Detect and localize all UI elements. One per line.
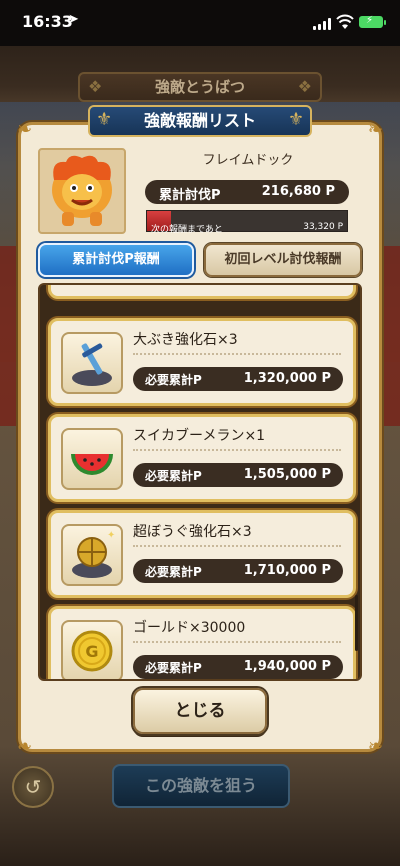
divider: [133, 353, 341, 355]
tab-first-level-clear[interactable]: 初回レベル討伐報酬: [204, 243, 362, 277]
corner-ornament-icon: ❧: [367, 119, 383, 140]
dialog-title-text: 強敵報酬リスト: [143, 111, 256, 130]
next-reward-label: 次の報酬まであと: [151, 225, 223, 235]
required-points-label: 必要累計P: [145, 661, 202, 675]
reward-name: スイカブーメラン×1: [133, 428, 266, 444]
close-button[interactable]: とじる: [133, 688, 267, 734]
undo-arrow-icon: ↺: [24, 775, 42, 799]
wifi-icon: [336, 14, 354, 29]
next-reward-progress: 次の報酬まであと 33,320 P: [146, 210, 348, 235]
list-item: [48, 285, 356, 299]
tab-cumulative-points[interactable]: 累計討伐P報酬: [38, 243, 194, 277]
total-points-value: 216,680 P: [261, 184, 335, 199]
dialog-title: ⚜ 強敵報酬リスト ⚜: [88, 105, 312, 137]
reward-name: 大ぶき強化石×3: [133, 332, 238, 348]
flame-dog-icon: [52, 155, 112, 226]
enemy-portrait: [38, 148, 126, 234]
location-icon: ➤: [68, 12, 79, 27]
enemy-name: フレイムドック: [202, 153, 294, 168]
required-points-label: 必要累計P: [145, 373, 202, 387]
required-points-box: 必要累計P 1,710,000 P: [133, 559, 343, 583]
divider: [133, 641, 341, 643]
list-item: 大ぶき強化石×3 必要累計P 1,320,000 P: [48, 318, 356, 406]
total-points-box: 累計討伐P 216,680 P: [145, 180, 349, 204]
reward-list[interactable]: 大ぶき強化石×3 必要累計P 1,320,000 P スイカブーメラン×1 必要…: [38, 283, 362, 681]
required-points-box: 必要累計P 1,320,000 P: [133, 367, 343, 391]
required-points-value: 1,505,000 P: [243, 467, 331, 482]
status-bar: 16:33 ➤ ⚡: [0, 0, 400, 46]
required-points-label: 必要累計P: [145, 565, 202, 579]
required-points-value: 1,710,000 P: [243, 563, 331, 578]
sword-stone-icon: [61, 332, 123, 394]
divider: [133, 545, 341, 547]
list-item: スイカブーメラン×1 必要累計P 1,505,000 P: [48, 414, 356, 502]
watermelon-icon: [61, 428, 123, 490]
required-points-value: 1,940,000 P: [243, 659, 331, 674]
fleur-icon: ⚜: [287, 109, 304, 130]
signal-icon: [313, 18, 331, 30]
corner-ornament-icon: ❧: [17, 119, 33, 140]
total-points-label: 累計討伐P: [159, 188, 221, 203]
svg-text:✦: ✦: [107, 530, 115, 541]
divider: [133, 449, 341, 451]
back-button[interactable]: ↺: [12, 766, 54, 808]
fleur-icon: ⚜: [96, 109, 113, 130]
list-item: ✦ 超ぼうぐ強化石×3 必要累計P 1,710,000 P: [48, 510, 356, 598]
gold-coin-icon: G: [61, 620, 123, 679]
required-points-value: 1,320,000 P: [243, 371, 331, 386]
next-reward-value: 33,320 P: [303, 222, 343, 232]
corner-ornament-icon: ❧: [367, 736, 383, 757]
reward-name: ゴールド×30000: [133, 620, 246, 636]
reward-name: 超ぼうぐ強化石×3: [133, 524, 252, 540]
battery-icon: ⚡: [359, 15, 386, 28]
shield-stone-icon: ✦: [61, 524, 123, 586]
corner-ornament-icon: ❧: [17, 736, 33, 757]
screen-title: 強敵とうばつ: [78, 72, 322, 102]
scrollbar-thumb[interactable]: [355, 595, 358, 651]
svg-text:G: G: [85, 642, 98, 661]
list-item: G ゴールド×30000 必要累計P 1,940,000 P: [48, 606, 356, 679]
required-points-label: 必要累計P: [145, 469, 202, 483]
required-points-box: 必要累計P 1,940,000 P: [133, 655, 343, 679]
status-time: 16:33: [22, 12, 73, 31]
required-points-box: 必要累計P 1,505,000 P: [133, 463, 343, 487]
target-enemy-button[interactable]: この強敵を狙う: [112, 764, 290, 808]
